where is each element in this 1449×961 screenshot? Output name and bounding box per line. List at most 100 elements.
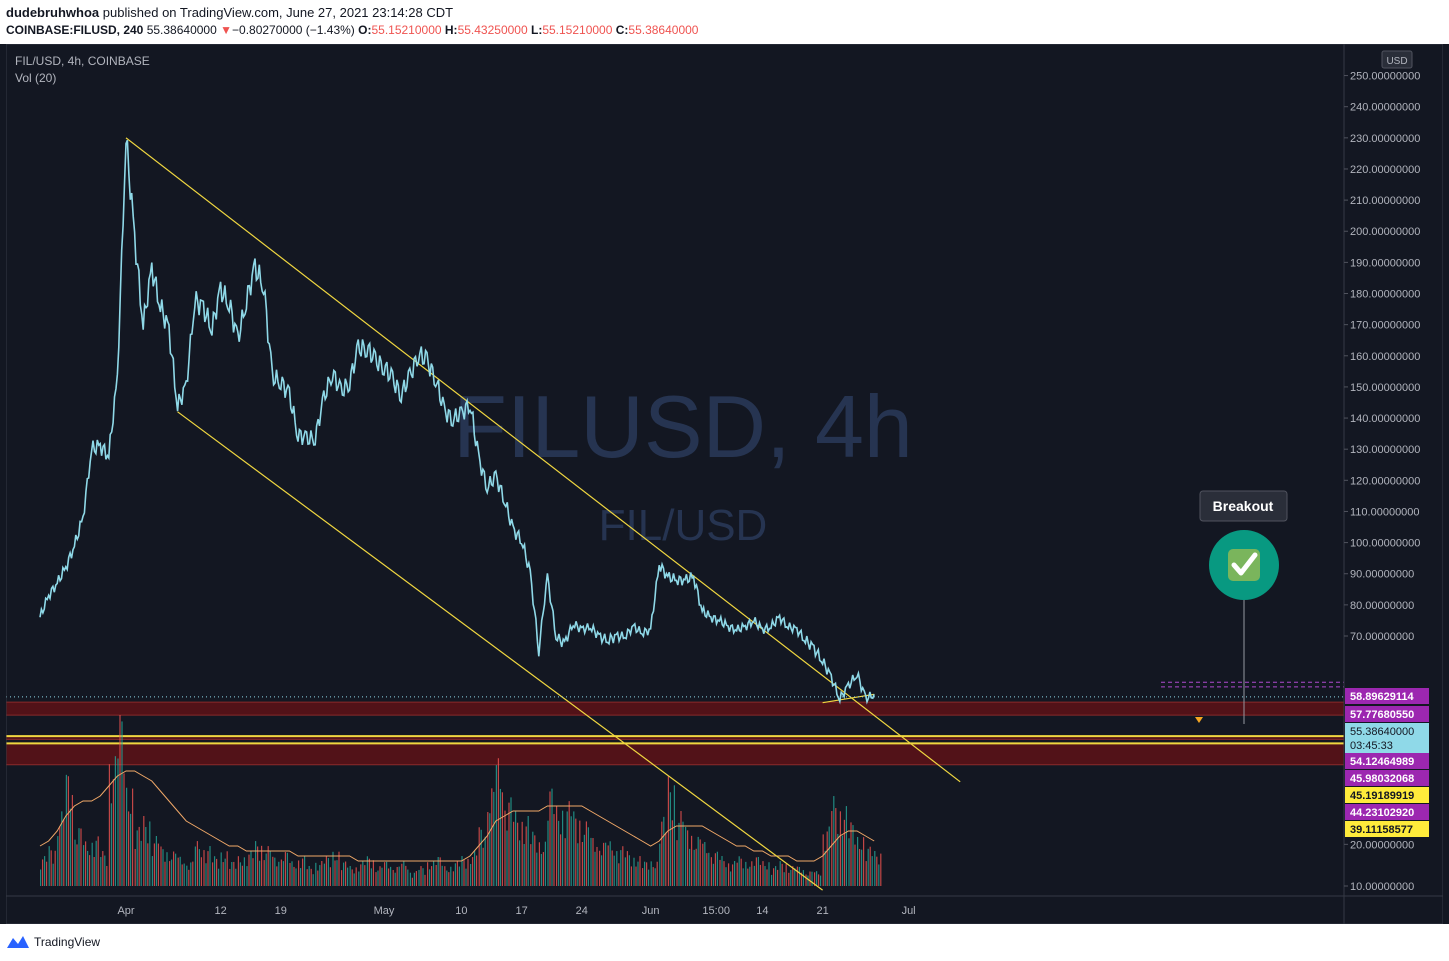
volume-bar bbox=[106, 865, 108, 886]
volume-bar bbox=[203, 850, 205, 886]
volume-bar bbox=[570, 816, 572, 886]
publish-info: dudebruhwhoa published on TradingView.co… bbox=[6, 5, 453, 20]
volume-bar bbox=[499, 788, 501, 886]
volume-bar bbox=[246, 866, 248, 886]
volume-bar bbox=[493, 791, 495, 886]
y-tick-label: 250.00000000 bbox=[1350, 71, 1420, 83]
volume-bar bbox=[351, 869, 353, 886]
volume-bar bbox=[291, 861, 293, 886]
watermark-subtitle: FIL/USD bbox=[599, 501, 768, 550]
x-tick-label: 24 bbox=[576, 905, 588, 917]
volume-bar bbox=[788, 872, 790, 886]
volume-bar bbox=[616, 851, 618, 886]
volume-bar bbox=[252, 858, 254, 886]
volume-bar bbox=[730, 871, 732, 886]
volume-bar bbox=[732, 864, 734, 886]
chart-area[interactable]: FILUSD, 4h FIL/USD Breakout 250.00000000 240… bbox=[6, 44, 1443, 924]
open-label: O: bbox=[358, 23, 372, 37]
volume-bar bbox=[771, 874, 773, 886]
y-tick-label: 170.00000000 bbox=[1350, 320, 1420, 332]
volume-bar bbox=[250, 851, 252, 886]
volume-bar bbox=[867, 848, 869, 886]
volume-bar bbox=[510, 797, 512, 886]
volume-bar bbox=[372, 860, 374, 886]
volume-bar bbox=[476, 855, 478, 886]
volume-bar bbox=[601, 855, 603, 886]
volume-bar bbox=[295, 868, 297, 886]
volume-bar bbox=[811, 871, 813, 886]
volume-bar bbox=[734, 861, 736, 886]
volume-bar bbox=[325, 856, 327, 886]
volume-bar bbox=[560, 834, 562, 886]
volume-bar bbox=[536, 852, 538, 886]
volume-bar bbox=[85, 841, 87, 886]
price-label: 57.77680550 bbox=[1350, 709, 1414, 721]
y-tick-label: 160.00000000 bbox=[1350, 351, 1420, 363]
volume-bar bbox=[831, 811, 833, 886]
volume-bar bbox=[710, 857, 712, 886]
volume-bar bbox=[207, 851, 209, 886]
volume-bar bbox=[626, 851, 628, 886]
volume-bar bbox=[515, 811, 517, 886]
volume-bar bbox=[673, 785, 675, 886]
volume-bar bbox=[413, 872, 415, 886]
volume-bar bbox=[654, 868, 656, 886]
volume-bar bbox=[212, 862, 214, 886]
volume-bar bbox=[757, 856, 759, 886]
volume-bar bbox=[321, 861, 323, 886]
price-label: 39.11158577 bbox=[1350, 824, 1413, 836]
volume-bar bbox=[775, 866, 777, 886]
volume-bar bbox=[338, 851, 340, 886]
volume-bar bbox=[564, 838, 566, 886]
volume-bar bbox=[854, 844, 856, 886]
volume-bar bbox=[525, 826, 527, 886]
volume-bar bbox=[198, 849, 200, 886]
volume-bar bbox=[42, 859, 44, 886]
volume-bar bbox=[126, 787, 128, 886]
volume-bar bbox=[102, 851, 104, 886]
volume-bar bbox=[452, 871, 454, 886]
volume-bar bbox=[411, 877, 413, 886]
symbol-legend[interactable]: FIL/USD, 4h, COINBASE bbox=[15, 54, 150, 68]
resistance-zone-2 bbox=[6, 743, 1344, 765]
volume-bar bbox=[209, 846, 211, 886]
volume-bar bbox=[327, 858, 329, 886]
price-chart[interactable]: FILUSD, 4hFIL/USD Breakout250.00000000240… bbox=[6, 44, 1443, 924]
watermark-title: FILUSD, 4h bbox=[453, 377, 913, 476]
author-name[interactable]: dudebruhwhoa bbox=[6, 5, 99, 20]
volume-bar bbox=[590, 837, 592, 886]
volume-bar bbox=[587, 827, 589, 886]
volume-bar bbox=[190, 862, 192, 886]
volume-bar bbox=[336, 860, 338, 886]
volume-bar bbox=[153, 843, 155, 886]
volume-bar bbox=[506, 830, 508, 886]
volume-bar bbox=[220, 852, 222, 886]
volume-bar bbox=[345, 861, 347, 886]
volume-bar bbox=[46, 861, 48, 886]
volume-bar bbox=[878, 864, 880, 886]
volume-bar bbox=[706, 853, 708, 886]
volume-legend[interactable]: Vol (20) bbox=[15, 71, 56, 85]
volume-bar bbox=[424, 874, 426, 886]
volume-bar bbox=[300, 868, 302, 886]
volume-bar bbox=[435, 865, 437, 886]
tradingview-logo-icon bbox=[7, 936, 29, 948]
volume-bar bbox=[222, 862, 224, 886]
volume-bar bbox=[175, 853, 177, 886]
volume-bar bbox=[114, 756, 116, 886]
volume-bar bbox=[845, 806, 847, 886]
volume-bar bbox=[239, 862, 241, 886]
published-text: published on TradingView.com, June 27, 2… bbox=[102, 5, 454, 20]
volume-bar bbox=[286, 852, 288, 886]
currency-badge-label: USD bbox=[1386, 56, 1407, 67]
volume-bar bbox=[577, 843, 579, 886]
brand-name: TradingView bbox=[34, 935, 101, 949]
volume-bar bbox=[497, 758, 499, 886]
volume-bar bbox=[401, 863, 403, 886]
volume-bar bbox=[269, 850, 271, 886]
volume-bar bbox=[229, 868, 231, 886]
volume-bar bbox=[151, 856, 153, 886]
volume-bar bbox=[736, 862, 738, 886]
volume-bar bbox=[226, 851, 228, 886]
volume-bar bbox=[843, 819, 845, 886]
